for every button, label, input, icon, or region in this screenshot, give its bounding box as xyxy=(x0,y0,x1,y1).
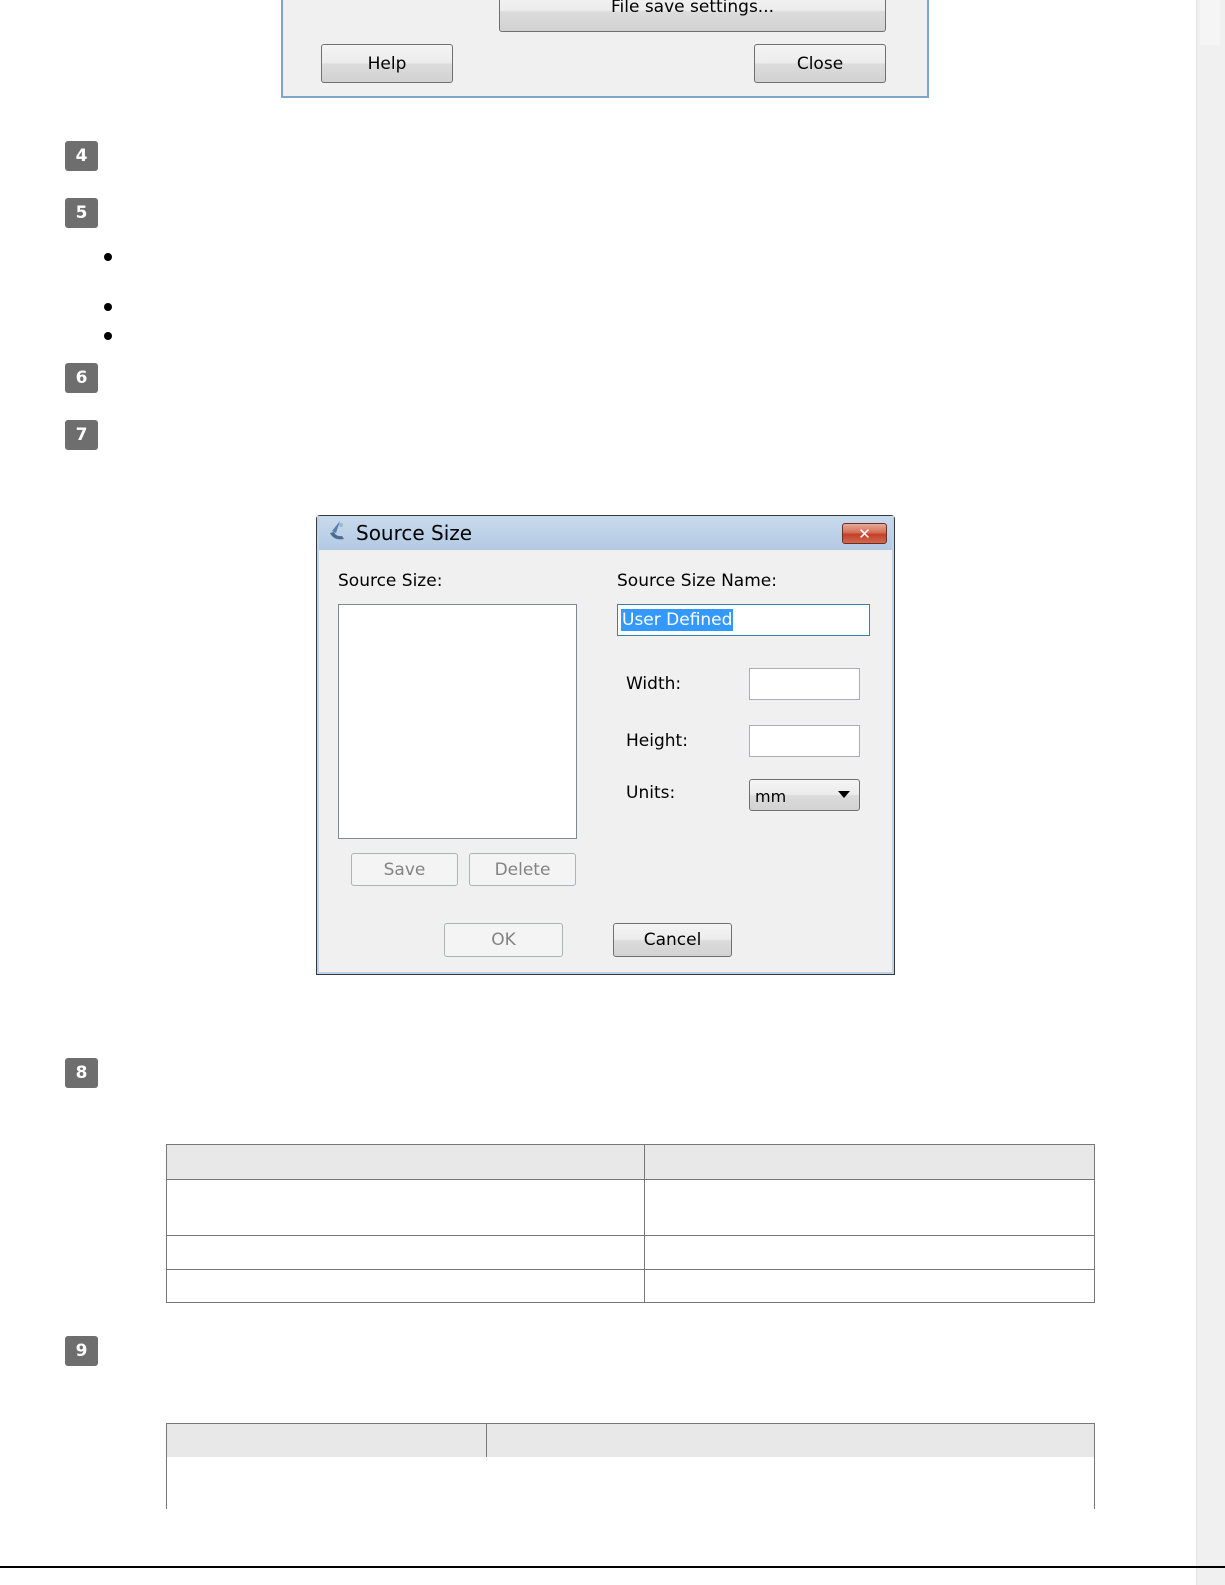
settings-table xyxy=(166,1144,1095,1303)
table-row-divider xyxy=(167,1179,1094,1180)
save-button[interactable]: Save xyxy=(351,853,458,886)
delete-button-label: Delete xyxy=(494,859,551,880)
source-size-label: Source Size: xyxy=(338,571,443,591)
ok-button-label: OK xyxy=(491,930,516,950)
height-label: Height: xyxy=(626,731,688,751)
chevron-down-icon[interactable] xyxy=(838,791,850,798)
units-value: mm xyxy=(755,787,787,806)
step-badge-4: 4 xyxy=(65,141,98,171)
page-scrollbar-thumb[interactable] xyxy=(1200,0,1220,45)
file-save-settings-label: File save settings... xyxy=(610,0,775,17)
close-button-label: Close xyxy=(796,53,844,74)
page-bottom-border xyxy=(0,1566,1225,1568)
width-label: Width: xyxy=(626,674,682,694)
bullet xyxy=(104,332,112,340)
ok-button[interactable]: OK xyxy=(444,923,563,957)
table-row-divider xyxy=(167,1269,1094,1270)
page-scrollbar[interactable] xyxy=(1196,0,1225,1585)
close-button[interactable]: Close xyxy=(754,44,886,83)
options-table xyxy=(166,1423,1095,1509)
source-size-name-label: Source Size Name: xyxy=(617,571,777,591)
cancel-button-label: Cancel xyxy=(643,930,702,950)
step-badge-5: 5 xyxy=(65,198,98,228)
step-badge-9: 9 xyxy=(65,1336,98,1366)
close-icon: ✕ xyxy=(858,524,871,543)
width-input[interactable] xyxy=(749,668,860,700)
file-save-settings-button[interactable]: File save settings... xyxy=(499,0,886,32)
step-badge-8: 8 xyxy=(65,1058,98,1088)
table-header-row xyxy=(167,1145,1094,1179)
dialog-close-button[interactable]: ✕ xyxy=(842,523,887,544)
bullet xyxy=(104,303,112,311)
table-row-divider xyxy=(167,1235,1094,1236)
dialog-title: Source Size xyxy=(356,521,473,545)
bullet xyxy=(104,253,112,261)
source-size-list[interactable] xyxy=(338,604,577,839)
help-button[interactable]: Help xyxy=(321,44,453,83)
scanner-app-icon xyxy=(330,521,344,540)
step-badge-6: 6 xyxy=(65,363,98,393)
help-button-label: Help xyxy=(367,53,407,74)
source-size-name-value: User Defined xyxy=(621,609,734,631)
table-column-divider xyxy=(486,1424,487,1457)
table-column-divider xyxy=(644,1145,645,1302)
units-label: Units: xyxy=(626,783,676,803)
step-badge-7: 7 xyxy=(65,420,98,450)
save-button-label: Save xyxy=(383,859,426,880)
cancel-button[interactable]: Cancel xyxy=(613,923,732,957)
table-header-row xyxy=(167,1424,1094,1457)
height-input[interactable] xyxy=(749,725,860,757)
delete-button[interactable]: Delete xyxy=(469,853,576,886)
